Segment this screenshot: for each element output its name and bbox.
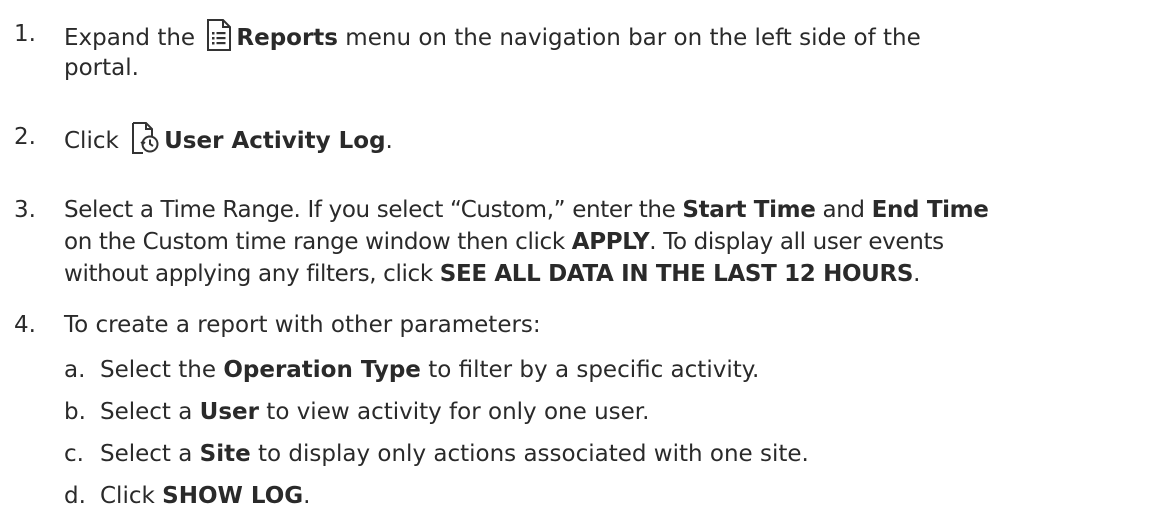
substep-text: Select a User to view activity for only … — [100, 399, 650, 425]
reports-label: Reports — [236, 25, 338, 51]
substep-letter: a. — [64, 357, 86, 383]
substep-letter: d. — [64, 483, 86, 509]
show-log-label: SHOW LOG — [162, 483, 304, 509]
step-text: To create a report with other parameters… — [64, 312, 541, 338]
step-number: 2. — [14, 124, 36, 150]
step-number: 1. — [14, 21, 36, 47]
step-number: 4. — [14, 312, 36, 338]
substep-text: Click SHOW LOG. — [100, 483, 311, 509]
step-text: Click User Activity Log. — [64, 122, 1146, 156]
step-text: Expand the Reports menu on the navigatio… — [64, 19, 1146, 83]
substep-text: Select the Operation Type to filter by a… — [100, 357, 760, 383]
step-text: Select a Time Range. If you select “Cust… — [64, 197, 989, 287]
end-time-label: End Time — [871, 197, 989, 223]
substep-text: Select a Site to display only actions as… — [100, 441, 809, 467]
user-label: User — [199, 399, 259, 425]
operation-type-label: Operation Type — [223, 357, 421, 383]
substep-letter: c. — [64, 441, 84, 467]
apply-label: APPLY — [571, 229, 650, 255]
report-document-icon — [206, 19, 232, 51]
user-activity-log-icon — [130, 122, 160, 154]
start-time-label: Start Time — [682, 197, 816, 223]
site-label: Site — [199, 441, 251, 467]
step-number: 3. — [14, 197, 36, 223]
substep-letter: b. — [64, 399, 86, 425]
see-all-data-label: SEE ALL DATA IN THE LAST 12 HOURS — [439, 261, 914, 287]
user-activity-log-label: User Activity Log — [164, 128, 386, 154]
